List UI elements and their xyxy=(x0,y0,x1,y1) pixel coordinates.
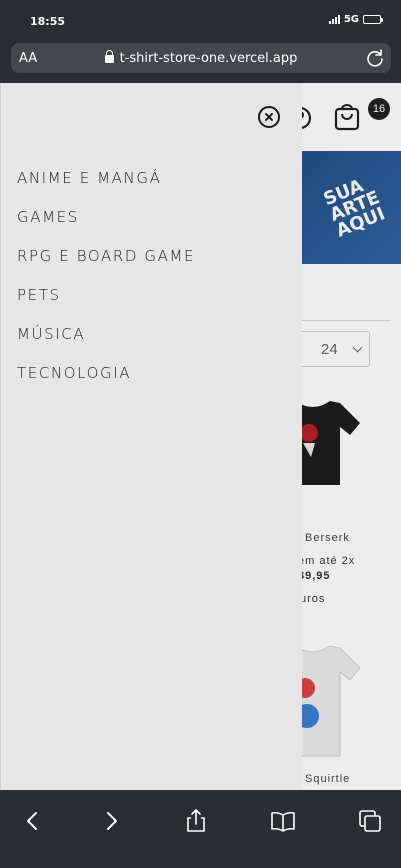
lock-icon xyxy=(104,50,114,63)
category-drawer: ANIME E MANGÁ GAMES RPG E BOARD GAME PET… xyxy=(0,83,302,790)
menu-item-musica[interactable]: MÚSICA xyxy=(17,325,195,364)
menu-item-pets[interactable]: PETS xyxy=(17,286,195,325)
reload-icon[interactable] xyxy=(365,48,385,68)
menu-item-tecnologia[interactable]: TECNOLOGIA xyxy=(17,364,195,403)
browser-address-area: AA t-shirt-store-one.vercel.app xyxy=(0,40,401,83)
menu-item-games[interactable]: GAMES xyxy=(17,208,195,247)
address-bar[interactable]: AA t-shirt-store-one.vercel.app xyxy=(11,43,391,73)
status-time: 18:55 xyxy=(30,15,66,28)
menu-item-anime-manga[interactable]: ANIME E MANGÁ xyxy=(17,169,195,208)
signal-icon xyxy=(328,15,340,24)
tabs-icon[interactable] xyxy=(356,807,384,835)
chevron-right-icon[interactable] xyxy=(98,807,126,835)
book-icon[interactable] xyxy=(269,807,297,835)
url-display[interactable]: t-shirt-store-one.vercel.app xyxy=(11,50,391,66)
menu-item-rpg-board-game[interactable]: RPG E BOARD GAME xyxy=(17,247,195,286)
close-circle-icon[interactable] xyxy=(258,106,280,128)
url-text: t-shirt-store-one.vercel.app xyxy=(119,51,298,66)
category-menu: ANIME E MANGÁ GAMES RPG E BOARD GAME PET… xyxy=(17,169,195,403)
phone-screen: 18:55 5G AA t-shirt-store-one.vercel.app xyxy=(0,0,401,868)
status-bar: 18:55 5G xyxy=(0,0,401,40)
chevron-left-icon[interactable] xyxy=(18,807,46,835)
battery-icon xyxy=(363,15,383,24)
status-indicators: 5G xyxy=(328,14,383,25)
share-icon[interactable] xyxy=(182,807,210,835)
network-label: 5G xyxy=(343,14,359,25)
browser-toolbar xyxy=(0,790,401,868)
